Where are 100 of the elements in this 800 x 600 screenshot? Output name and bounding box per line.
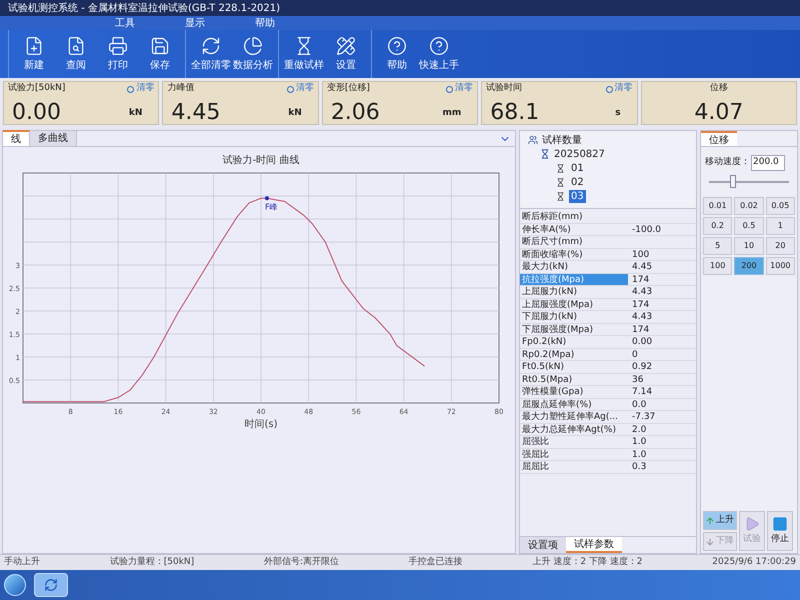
- printer-icon: [108, 36, 128, 56]
- hourglass-icon: [556, 178, 565, 186]
- result-name[interactable]: 断后标距(mm): [520, 211, 628, 222]
- readout-value: 4.45: [170, 102, 222, 124]
- result-name[interactable]: 断面收缩率(%): [520, 248, 628, 260]
- status-text: 手控盒已连接: [408, 556, 463, 569]
- zero-radio[interactable]: 清零: [286, 82, 314, 96]
- result-name[interactable]: 上屈服强度(Mpa): [520, 298, 628, 310]
- refresh-icon: [201, 36, 221, 56]
- result-name[interactable]: 下屈服力(kN): [520, 311, 628, 322]
- toolbar-button[interactable]: 快速上手: [418, 30, 460, 78]
- speed-button[interactable]: 10: [734, 236, 764, 254]
- toolbar-button[interactable]: 新建: [13, 30, 55, 78]
- readout-unit: mm: [442, 106, 462, 120]
- action-button[interactable]: 停止: [767, 511, 793, 551]
- panel-tab[interactable]: 试样参数: [566, 537, 622, 553]
- speed-button[interactable]: 0.01: [703, 196, 732, 214]
- speed-input[interactable]: 200.0: [751, 155, 785, 170]
- toolbar-button[interactable]: 重做试样: [283, 30, 325, 78]
- toolbar-button[interactable]: 帮助: [376, 30, 418, 78]
- result-value: 100: [631, 248, 650, 260]
- stop-icon: [772, 516, 788, 532]
- control-tab[interactable]: 位移: [701, 131, 737, 146]
- result-name[interactable]: 下屈服强度(Mpa): [520, 324, 628, 335]
- axis-title: 时间(s): [244, 419, 278, 430]
- result-name[interactable]: 最大力(kN): [520, 261, 628, 272]
- speed-button[interactable]: 0.5: [734, 216, 764, 234]
- result-name[interactable]: Rt0.5(Mpa): [520, 374, 628, 385]
- result-name[interactable]: 屈屈比: [520, 461, 628, 472]
- result-name[interactable]: 屈服点延伸率(%): [520, 398, 628, 410]
- toolbar-button[interactable]: 保存: [139, 30, 181, 78]
- status-text: 2025/9/6 17:00:29: [712, 556, 796, 569]
- speed-slider-thumb[interactable]: [730, 174, 736, 188]
- pie-chart-icon: [243, 36, 263, 56]
- help-icon: [429, 36, 449, 56]
- speed-button[interactable]: 1: [766, 216, 795, 234]
- tree-item[interactable]: 02: [569, 176, 586, 188]
- result-value: 2.0: [631, 424, 646, 435]
- result-name[interactable]: 伸长率A(%): [520, 224, 628, 235]
- toolbar-button[interactable]: 全部清零: [190, 30, 232, 78]
- result-name[interactable]: 断后尺寸(mm): [520, 236, 628, 248]
- result-name[interactable]: 弹性模量(Gpa): [520, 386, 628, 398]
- toolbar-button[interactable]: 查阅: [55, 30, 97, 78]
- zero-radio[interactable]: 清零: [606, 82, 633, 96]
- tree-item[interactable]: 01: [569, 162, 586, 174]
- toolbar-button[interactable]: 数据分析: [232, 30, 274, 78]
- toolbar-button[interactable]: 设置: [325, 30, 367, 78]
- result-name[interactable]: Rp0.2(Mpa): [520, 348, 628, 360]
- peak-label: F峰: [264, 202, 278, 212]
- speed-button[interactable]: 0.2: [703, 216, 732, 234]
- peak-marker: [264, 196, 269, 200]
- chart-tab[interactable]: 多曲线: [30, 131, 77, 146]
- group-icon: [528, 135, 538, 145]
- result-name[interactable]: Fp0.2(kN): [520, 336, 628, 348]
- menu-item[interactable]: 显示: [185, 16, 205, 30]
- app-taskbar-button[interactable]: [34, 573, 68, 597]
- tree-node[interactable]: 20250827: [554, 148, 605, 160]
- readout-value: 68.1: [489, 102, 540, 124]
- action-button[interactable]: 上升: [703, 511, 737, 530]
- file-plus-icon: [24, 36, 44, 56]
- result-value: 1.0: [631, 436, 646, 448]
- chart-title: 试验力-时间 曲线: [222, 155, 300, 166]
- status-text: 上升 速度：2 下降 速度：2: [532, 556, 643, 569]
- readout-unit: s: [615, 106, 622, 120]
- result-value: 4.45: [631, 261, 652, 272]
- result-name[interactable]: 最大力塑性延伸率Ag(...: [520, 411, 628, 422]
- menu-item[interactable]: 工具: [115, 16, 135, 30]
- readout-label: 变形[位移]: [326, 82, 371, 96]
- hourglass-icon: [556, 192, 565, 200]
- readout-unit: kN: [128, 106, 144, 120]
- readout-label: 试验时间: [486, 82, 524, 96]
- speed-button[interactable]: 0.05: [766, 196, 795, 214]
- result-name[interactable]: 上屈服力(kN): [520, 286, 628, 298]
- save-icon: [150, 36, 170, 56]
- start-orb-icon[interactable]: [4, 574, 26, 596]
- play-icon: [744, 516, 760, 532]
- speed-button[interactable]: 20: [766, 236, 795, 254]
- speed-button[interactable]: 5: [703, 236, 732, 254]
- result-name[interactable]: Ft0.5(kN): [520, 361, 628, 372]
- speed-button[interactable]: 0.02: [734, 196, 764, 214]
- menu-item[interactable]: 帮助: [255, 16, 275, 30]
- help-icon: [387, 36, 407, 56]
- result-name[interactable]: 强屈比: [520, 448, 628, 460]
- speed-button[interactable]: 1000: [766, 256, 795, 274]
- chart-tab[interactable]: 线: [3, 130, 30, 146]
- result-value: 0.00: [631, 336, 652, 348]
- file-search-icon: [66, 36, 86, 56]
- app-icon: [44, 578, 58, 592]
- speed-button[interactable]: 100: [703, 256, 732, 274]
- zero-radio[interactable]: 清零: [446, 82, 474, 96]
- result-name[interactable]: 屈强比: [520, 436, 628, 448]
- result-name[interactable]: 最大力总延伸率Agt(%): [520, 424, 628, 435]
- zero-radio[interactable]: 清零: [127, 82, 154, 96]
- result-value: 1.0: [631, 448, 646, 460]
- speed-label: 移动速度：: [705, 156, 750, 169]
- arrow-up-icon: [705, 516, 715, 526]
- speed-button[interactable]: 200: [734, 256, 764, 274]
- tree-item[interactable]: 03: [569, 190, 586, 202]
- panel-tab[interactable]: 设置项: [520, 537, 566, 553]
- toolbar-button[interactable]: 打印: [97, 30, 139, 78]
